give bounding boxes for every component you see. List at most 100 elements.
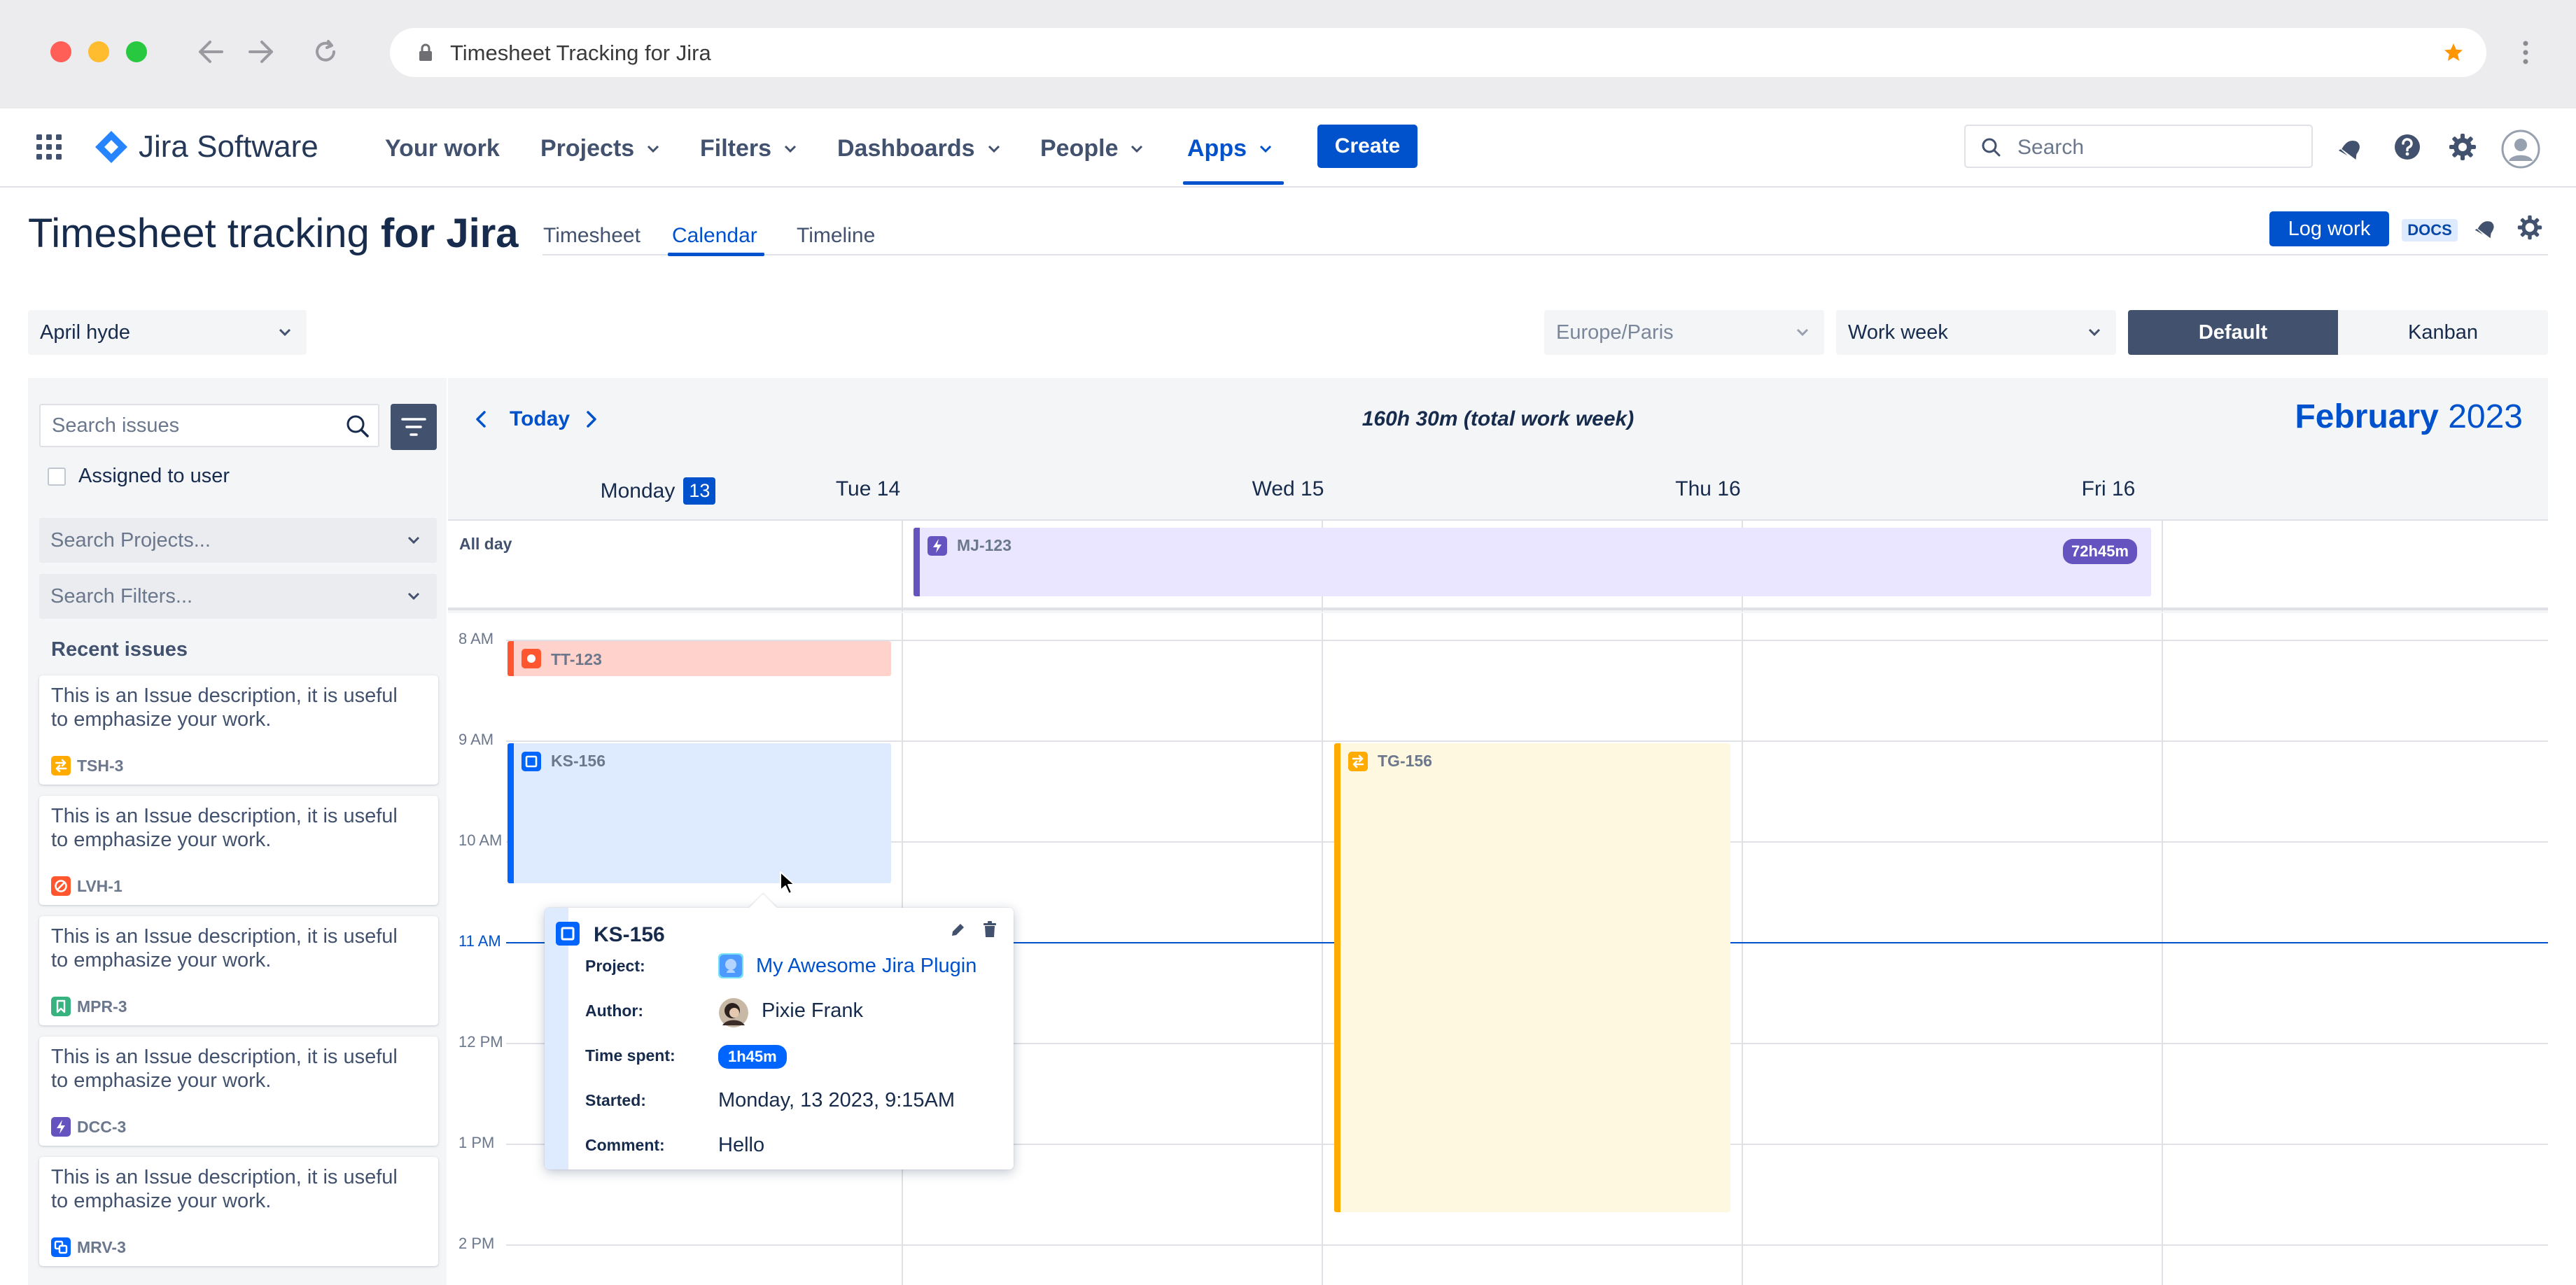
day-label: Fri 16 — [2081, 477, 2136, 500]
global-search-placeholder: Search — [2017, 136, 2085, 159]
recent-issue-card[interactable]: This is an Issue description, it is usef… — [39, 916, 438, 1025]
edit-pencil-icon[interactable] — [949, 920, 967, 939]
chevron-down-icon — [1259, 145, 1272, 153]
minimize-window-button[interactable] — [88, 41, 109, 62]
search-projects-select[interactable]: Search Projects... — [39, 518, 437, 563]
app-switcher-icon[interactable] — [36, 134, 62, 160]
nav-dashboards[interactable]: Dashboards — [837, 135, 1000, 162]
started-label: Started: — [585, 1091, 646, 1109]
tab-calendar[interactable]: Calendar — [672, 224, 757, 248]
filter-button[interactable] — [391, 404, 437, 450]
event-color-bar — [507, 641, 514, 676]
page-title: Timesheet tracking for Jira — [28, 210, 519, 257]
column-divider — [1322, 613, 1323, 1285]
time-label-current: 11 AM — [458, 932, 501, 950]
day-label: Thu 16 — [1675, 477, 1741, 500]
notifications-icon[interactable] — [2337, 134, 2364, 161]
subtask-icon — [51, 1237, 71, 1257]
range-select[interactable]: Work week — [1836, 310, 2116, 355]
story-icon — [51, 997, 71, 1016]
close-window-button[interactable] — [50, 41, 71, 62]
global-search-input[interactable]: Search — [1964, 125, 2313, 168]
author-label: Author: — [585, 1002, 644, 1020]
help-icon[interactable] — [2393, 133, 2421, 161]
time-label: 10 AM — [458, 831, 503, 849]
search-projects-placeholder: Search Projects... — [50, 528, 211, 552]
issue-description: This is an Issue description, it is usef… — [51, 805, 398, 851]
log-work-button[interactable]: Log work — [2269, 211, 2389, 246]
day-label: Wed 15 — [1252, 477, 1324, 500]
tab-calendar-active-indicator — [668, 253, 764, 256]
time-spent-badge: 1h45m — [718, 1045, 787, 1069]
nav-projects[interactable]: Projects — [540, 135, 659, 162]
nav-your-work[interactable]: Your work — [385, 135, 500, 162]
recent-issue-card[interactable]: This is an Issue description, it is usef… — [39, 1157, 438, 1266]
jira-logo[interactable]: Jira Software — [94, 129, 318, 164]
calendar-month: February — [2295, 398, 2439, 435]
recent-issue-card[interactable]: This is an Issue description, it is usef… — [39, 1037, 438, 1146]
tab-timeline[interactable]: Timeline — [797, 224, 875, 248]
address-bar[interactable]: Timesheet Tracking for Jira — [390, 28, 2486, 77]
chevron-down-icon — [988, 145, 1000, 153]
issue-description: This is an Issue description, it is usef… — [51, 1166, 398, 1212]
nav-filters[interactable]: Filters — [700, 135, 797, 162]
back-icon[interactable] — [197, 40, 224, 64]
day-header-wednesday: Wed 15 — [1078, 477, 1498, 501]
search-issues-placeholder: Search issues — [52, 414, 180, 437]
nav-apps[interactable]: Apps — [1187, 135, 1272, 162]
view-default-button[interactable]: Default — [2128, 310, 2338, 355]
chevron-down-icon — [784, 145, 797, 153]
day-label: Tue 14 — [835, 477, 901, 500]
event-tg-156[interactable]: TG-156 — [1334, 743, 1730, 1212]
event-mj-123[interactable]: MJ-123 72h45m — [913, 528, 2151, 596]
tab-timesheet[interactable]: Timesheet — [543, 224, 640, 248]
announcement-icon[interactable] — [2474, 216, 2498, 239]
popover-issue-key[interactable]: KS-156 — [594, 923, 665, 947]
settings-gear-icon[interactable] — [2448, 132, 2477, 162]
assigned-to-user-label: Assigned to user — [78, 465, 230, 487]
time-label: 8 AM — [458, 630, 494, 647]
page-title-regular: Timesheet tracking — [28, 211, 381, 256]
nav-people[interactable]: People — [1040, 135, 1143, 162]
filter-icon — [401, 418, 426, 436]
epic-icon — [927, 536, 947, 556]
bookmark-star-icon[interactable] — [2443, 42, 2464, 63]
user-select[interactable]: April hyde — [28, 310, 307, 355]
issue-description: This is an Issue description, it is usef… — [51, 1046, 398, 1092]
hour-line — [506, 1244, 2548, 1246]
recent-issue-card[interactable]: This is an Issue description, it is usef… — [39, 796, 438, 905]
issue-description: This is an Issue description, it is usef… — [51, 925, 398, 971]
event-ks-156[interactable]: KS-156 — [507, 743, 891, 883]
event-key: TT-123 — [551, 650, 602, 668]
project-link[interactable]: My Awesome Jira Plugin — [756, 955, 976, 978]
forward-icon[interactable] — [248, 40, 274, 64]
search-filters-select[interactable]: Search Filters... — [39, 574, 437, 619]
project-label: Project: — [585, 957, 645, 975]
delete-trash-icon[interactable] — [981, 920, 998, 939]
day-header-friday: Fri 16 — [1898, 477, 2318, 501]
reload-icon[interactable] — [313, 39, 338, 64]
search-issues-input[interactable]: Search issues — [39, 404, 379, 447]
browser-menu-icon[interactable] — [2523, 41, 2528, 64]
issue-key: MRV-3 — [77, 1238, 126, 1256]
app-settings-gear-icon[interactable] — [2516, 214, 2543, 241]
event-tt-123[interactable]: TT-123 — [507, 641, 891, 676]
timezone-select[interactable]: Europe/Paris — [1544, 310, 1824, 355]
recent-issues-heading: Recent issues — [51, 638, 188, 661]
issue-description: This is an Issue description, it is usef… — [51, 684, 398, 731]
maximize-window-button[interactable] — [126, 41, 147, 62]
docs-badge[interactable]: DOCS — [2402, 219, 2458, 241]
all-day-label: All day — [459, 535, 512, 553]
calendar-month-title: February 2023 — [2295, 398, 2523, 436]
time-label: 9 AM — [458, 731, 494, 748]
recent-issue-card[interactable]: This is an Issue description, it is usef… — [39, 675, 438, 785]
time-label: 2 PM — [458, 1235, 495, 1252]
assigned-to-user-checkbox[interactable] — [48, 468, 66, 486]
view-kanban-button[interactable]: Kanban — [2338, 310, 2548, 355]
author-name: Pixie Frank — [762, 999, 864, 1022]
create-button[interactable]: Create — [1317, 125, 1418, 168]
user-avatar[interactable] — [2501, 129, 2540, 169]
tabs-divider — [542, 254, 2548, 255]
improvement-icon — [51, 756, 71, 775]
issue-key: LVH-1 — [77, 877, 122, 895]
